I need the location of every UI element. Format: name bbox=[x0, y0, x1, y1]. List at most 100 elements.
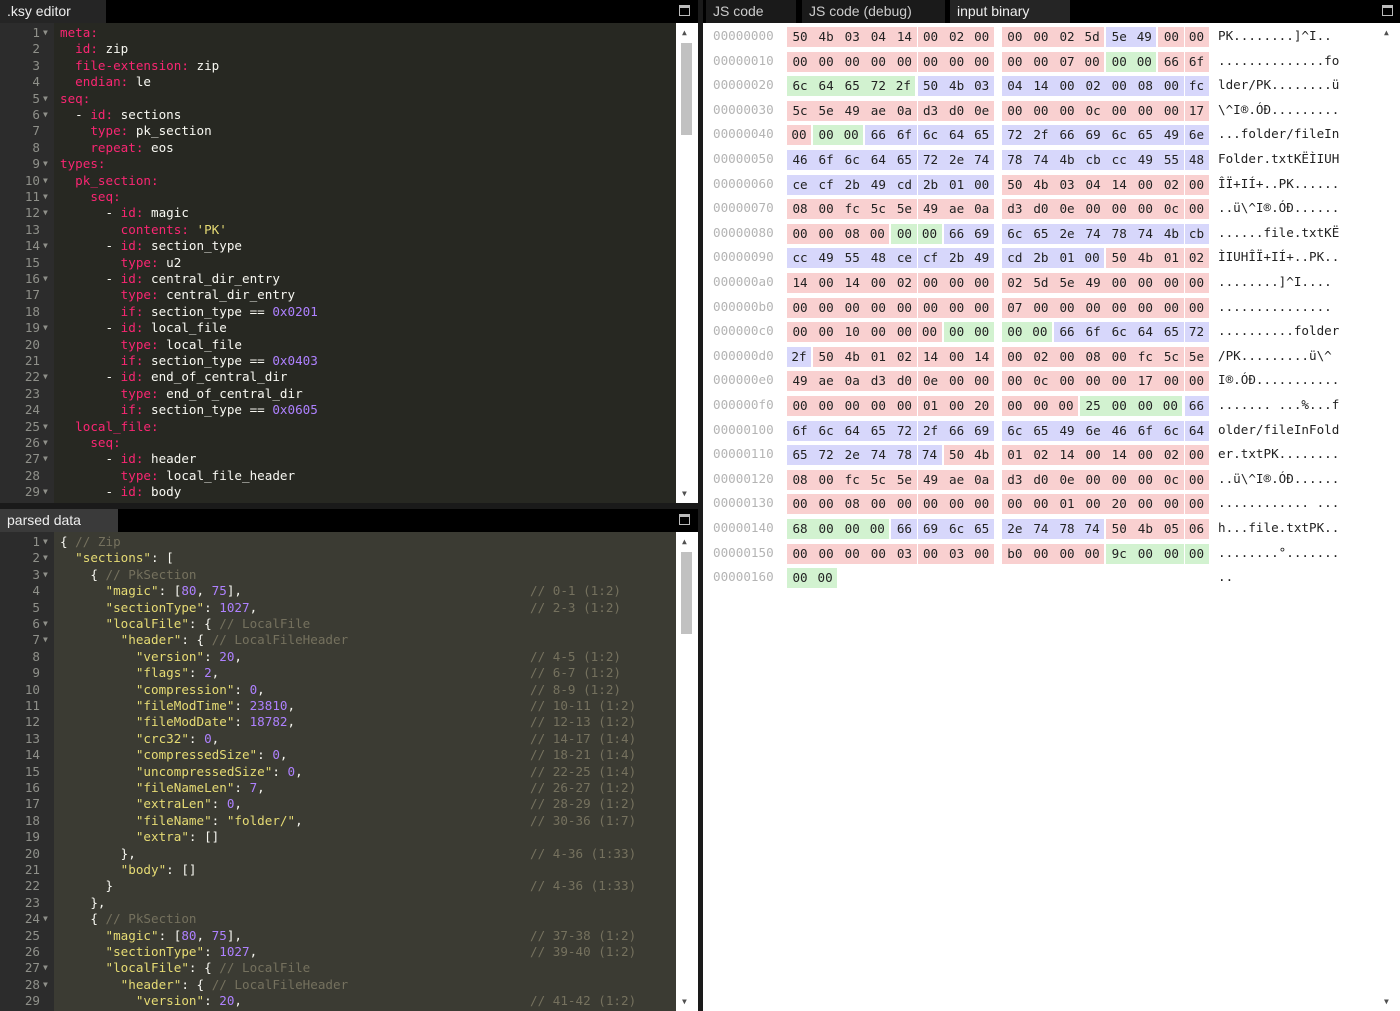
hex-byte[interactable]: 66 bbox=[943, 420, 970, 441]
hex-byte[interactable]: 00 bbox=[787, 568, 814, 589]
hex-byte[interactable]: ae bbox=[813, 371, 840, 392]
hex-byte[interactable]: 00 bbox=[1184, 297, 1209, 318]
hex-byte[interactable]: 65 bbox=[969, 125, 994, 146]
hex-byte[interactable]: 00 bbox=[1001, 51, 1028, 72]
hex-byte[interactable]: 55 bbox=[1158, 150, 1185, 170]
hex-byte[interactable]: 4b bbox=[1027, 174, 1054, 195]
hex-byte[interactable]: 50 bbox=[943, 445, 970, 466]
hex-byte[interactable]: 14 bbox=[1106, 445, 1133, 466]
hex-byte[interactable]: 00 bbox=[1106, 273, 1133, 293]
hex-byte[interactable]: 05 bbox=[1158, 519, 1185, 539]
hex-byte[interactable]: 6e bbox=[1080, 420, 1107, 441]
hex-viewer[interactable]: 00000000 50 4b 03 04 14 00 02 00 00 00 02 5d 5e 49 00 00… bbox=[703, 23, 1378, 1011]
hex-byte[interactable]: 65 bbox=[1027, 223, 1054, 244]
hex-byte[interactable]: 00 bbox=[839, 396, 866, 416]
hex-byte[interactable]: 00 bbox=[917, 494, 944, 515]
hex-byte[interactable]: 00 bbox=[865, 494, 892, 515]
hex-byte[interactable]: 49 bbox=[1054, 420, 1081, 441]
hex-byte[interactable]: 66 bbox=[1054, 322, 1081, 343]
hex-byte[interactable]: 00 bbox=[1106, 297, 1133, 318]
hex-byte[interactable]: 00 bbox=[969, 273, 994, 293]
hex-byte[interactable]: 00 bbox=[1158, 76, 1185, 97]
hex-byte[interactable]: 5e bbox=[1054, 273, 1081, 293]
hex-byte[interactable]: 00 bbox=[1132, 494, 1159, 515]
hex-byte[interactable]: 14 bbox=[1106, 174, 1133, 195]
hex-byte[interactable]: 00 bbox=[1184, 27, 1209, 47]
hex-byte[interactable]: 6f bbox=[1184, 51, 1209, 72]
hex-byte[interactable]: 65 bbox=[1158, 322, 1185, 343]
hex-byte[interactable]: 00 bbox=[1184, 494, 1209, 515]
hex-byte[interactable]: 00 bbox=[891, 322, 918, 343]
hex-byte[interactable]: 5c bbox=[787, 100, 814, 121]
hex-byte[interactable]: 00 bbox=[865, 396, 892, 416]
hex-byte[interactable]: 00 bbox=[813, 396, 840, 416]
hex-byte[interactable]: 65 bbox=[1027, 420, 1054, 441]
fold-toggle-icon[interactable]: ▼ bbox=[43, 372, 48, 381]
hex-byte[interactable]: 2f bbox=[917, 420, 944, 441]
hex-byte[interactable]: 00 bbox=[787, 543, 814, 564]
hex-byte[interactable]: 00 bbox=[865, 322, 892, 343]
hex-byte[interactable]: 00 bbox=[1001, 27, 1028, 47]
hex-byte[interactable]: 00 bbox=[813, 51, 840, 72]
hex-byte[interactable]: 6e bbox=[1184, 125, 1209, 146]
hex-byte[interactable]: cf bbox=[813, 174, 840, 195]
hex-byte[interactable]: 69 bbox=[969, 223, 994, 244]
hex-byte[interactable]: 55 bbox=[839, 248, 866, 269]
hex-byte[interactable]: 00 bbox=[865, 223, 890, 244]
fold-toggle-icon[interactable]: ▼ bbox=[43, 208, 48, 217]
parsed-data-viewer[interactable]: 1 ▼ 2 ▼ 3 ▼ 4 5 6 ▼ 7 ▼ 8 9 10 11 12 13 14 15 16 17 18 19 20 21 22… bbox=[0, 532, 676, 1011]
hex-byte[interactable]: 64 bbox=[1184, 420, 1209, 441]
hex-byte[interactable]: 00 bbox=[865, 543, 892, 564]
ksy-code-editor[interactable]: 1 ▼ 2 3 4 5 ▼ 6 ▼ 7 8 9 ▼ 10 ▼ 11 ▼ 12 ▼ 13 14 ▼ 15 16 ▼ 17 18 19 ▼ 2… bbox=[0, 23, 676, 503]
fold-toggle-icon[interactable]: ▼ bbox=[43, 537, 48, 546]
hex-byte[interactable]: 64 bbox=[813, 76, 840, 97]
hex-byte[interactable]: 2f bbox=[891, 76, 916, 97]
hex-byte[interactable]: 00 bbox=[1184, 199, 1209, 220]
hex-byte[interactable]: 00 bbox=[1080, 199, 1107, 220]
hex-byte[interactable]: 00 bbox=[1132, 469, 1159, 490]
hex-byte[interactable]: 2e bbox=[1054, 223, 1081, 244]
hex-byte[interactable]: 02 bbox=[1158, 445, 1185, 466]
hex-byte[interactable]: cb bbox=[1184, 223, 1209, 244]
hex-byte[interactable]: 48 bbox=[1184, 150, 1209, 170]
hex-byte[interactable]: 74 bbox=[865, 445, 892, 466]
fold-toggle-icon[interactable]: ▼ bbox=[43, 274, 48, 283]
hex-byte[interactable]: 4b bbox=[943, 76, 970, 97]
hex-byte[interactable]: 65 bbox=[839, 76, 866, 97]
hex-byte[interactable]: 00 bbox=[1001, 371, 1028, 392]
fold-toggle-icon[interactable]: ▼ bbox=[43, 619, 48, 628]
hex-byte[interactable]: 00 bbox=[1027, 322, 1052, 343]
maximize-icon[interactable] bbox=[679, 514, 690, 525]
hex-byte[interactable]: 08 bbox=[839, 494, 866, 515]
hex-byte[interactable]: 00 bbox=[1080, 469, 1107, 490]
hex-byte[interactable]: 00 bbox=[813, 322, 840, 343]
hex-byte[interactable]: 02 bbox=[1080, 76, 1107, 97]
hex-byte[interactable]: 02 bbox=[1054, 27, 1081, 47]
hex-byte[interactable]: 64 bbox=[1132, 322, 1159, 343]
hex-byte[interactable]: ae bbox=[865, 100, 892, 121]
scroll-up-icon[interactable]: ▲ bbox=[682, 537, 687, 546]
tab-ksy-editor[interactable]: .ksy editor bbox=[0, 0, 106, 23]
maximize-icon[interactable] bbox=[679, 5, 690, 16]
hex-byte[interactable]: 00 bbox=[1106, 51, 1133, 72]
hex-byte[interactable]: 06 bbox=[1184, 519, 1209, 539]
hex-byte[interactable]: 00 bbox=[813, 125, 840, 146]
hex-byte[interactable]: 65 bbox=[1132, 125, 1159, 146]
hex-byte[interactable]: 00 bbox=[1080, 494, 1107, 515]
hex-byte[interactable]: 66 bbox=[943, 223, 970, 244]
hex-byte[interactable]: 03 bbox=[1054, 174, 1081, 195]
hex-byte[interactable]: 72 bbox=[813, 445, 840, 466]
hex-byte[interactable]: 00 bbox=[943, 297, 970, 318]
hex-byte[interactable]: 00 bbox=[969, 494, 994, 515]
hex-byte[interactable]: 00 bbox=[813, 297, 840, 318]
hex-byte[interactable]: 17 bbox=[1184, 100, 1209, 121]
fold-toggle-icon[interactable]: ▼ bbox=[43, 241, 48, 250]
hex-byte[interactable]: 00 bbox=[813, 469, 840, 490]
hex-byte[interactable]: 6f bbox=[787, 420, 814, 441]
hex-byte[interactable]: fc bbox=[839, 199, 866, 220]
hex-byte[interactable]: 72 bbox=[891, 420, 918, 441]
hex-byte[interactable]: 5e bbox=[1106, 27, 1133, 47]
hex-byte[interactable]: 74 bbox=[969, 150, 994, 170]
hex-byte[interactable]: 00 bbox=[1054, 297, 1081, 318]
hex-byte[interactable]: 0a bbox=[891, 100, 918, 121]
